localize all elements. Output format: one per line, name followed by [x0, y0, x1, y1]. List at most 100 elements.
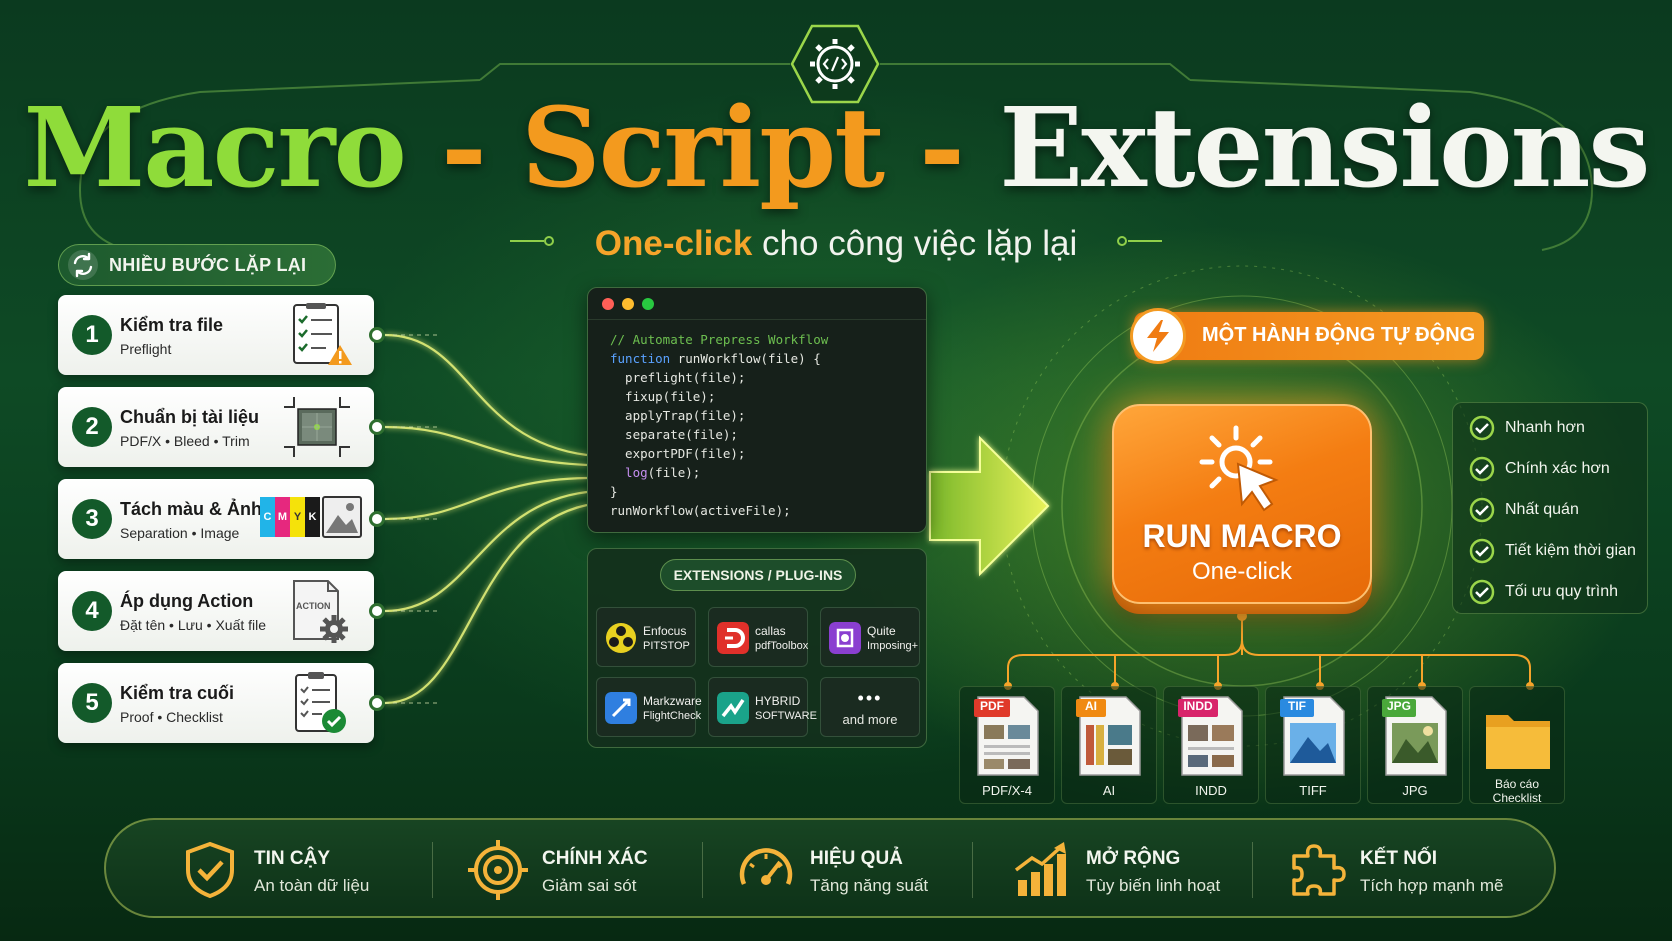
feature-title: KẾT NỐI: [1360, 848, 1438, 869]
pitstop-logo-icon: [606, 623, 636, 653]
code-keyword: function: [610, 351, 671, 366]
extension-hybrid[interactable]: HYBRID SOFTWARE: [708, 677, 817, 737]
code-text: (file);: [647, 465, 701, 480]
feature-subtitle: Tăng năng suất: [810, 876, 929, 895]
window-close-dot[interactable]: [602, 297, 614, 310]
output-label: TIFF: [1299, 783, 1327, 798]
gauge-icon: [739, 848, 793, 885]
feature-divider: [972, 842, 973, 898]
code-line: log(file);: [610, 463, 828, 482]
action-icon-label: ACTION: [296, 601, 331, 611]
code-line: preflight(file);: [610, 370, 746, 385]
lightning-icon: [1147, 320, 1169, 352]
steps-header-label: NHIỀU BƯỚC LẶP LẠI: [109, 254, 307, 275]
check-circle-icon: [1469, 579, 1495, 605]
file-tag: AI: [1085, 699, 1097, 713]
more-dots-icon: •••: [857, 688, 883, 708]
run-macro-title: RUN MACRO: [1142, 518, 1342, 554]
file-tag: JPG: [1386, 699, 1411, 713]
feature-connect: KẾT NỐI Tích hợp mạnh mẽ: [1286, 838, 1546, 902]
code-line: runWorkflow(activeFile);: [610, 503, 791, 518]
window-maximize-dot[interactable]: [642, 297, 654, 310]
step-card-2: 2 Chuẩn bị tài liệu PDF/X • Bleed • Trim: [58, 387, 374, 467]
output-label-2: Checklist: [1492, 791, 1542, 805]
step-card-4: 4 Áp dụng Action Đặt tên • Lưu • Xuất fi…: [58, 571, 374, 651]
code-content: // Automate Prepress Workflow function r…: [610, 330, 828, 520]
output-label: JPG: [1402, 783, 1428, 798]
step-connector-dot: [369, 419, 385, 435]
feature-title: TIN CẬY: [254, 848, 330, 869]
cmyk-image-icon: C M Y K: [260, 493, 364, 543]
feature-title: MỞ RỘNG: [1086, 848, 1181, 869]
run-macro-button[interactable]: RUN MACRO One-click: [1112, 404, 1372, 604]
more-text: and more: [842, 712, 898, 727]
step-card-1: 1 Kiểm tra file Preflight: [58, 295, 374, 375]
extension-name: callas: [755, 624, 786, 638]
cmyk-swatch-y: Y: [290, 497, 305, 537]
step-connector-dot: [369, 603, 385, 619]
feature-extensible: MỞ RỘNG Tùy biến linh hoạt: [1012, 838, 1272, 902]
extension-name-2: pdfToolbox: [755, 640, 809, 652]
extension-name-2: SOFTWARE: [755, 710, 817, 722]
check-circle-icon: [1469, 415, 1495, 441]
folder-icon: [1486, 715, 1550, 769]
page-title: Macro - Script - Extensions: [0, 88, 1672, 208]
steps-header: NHIỀU BƯỚC LẶP LẠI: [58, 244, 336, 286]
check-circle-icon: [1469, 538, 1495, 564]
clipboard-check-icon: [295, 672, 346, 733]
extension-quite-imposing[interactable]: Quite Imposing+: [820, 607, 920, 667]
step-connector-dot: [369, 327, 385, 343]
automation-badge-label: MỘT HÀNH ĐỘNG TỰ ĐỘNG: [1202, 324, 1476, 346]
extensions-header: EXTENSIONS / PLUG-INS: [660, 559, 856, 591]
output-files: PDF PDF/X-4 AI AI INDD INDD TIF TIFF JPG…: [959, 686, 1585, 805]
extension-flightcheck[interactable]: Markzware FlightCheck: [596, 677, 702, 737]
extension-name: HYBRID: [755, 694, 801, 708]
feature-divider: [1252, 842, 1253, 898]
target-icon: [468, 840, 528, 900]
code-text: runWorkflow(file) {: [670, 351, 821, 366]
callas-logo-icon: [717, 622, 749, 654]
feature-subtitle: Tùy biến linh hoạt: [1086, 876, 1221, 895]
benefit-text: Nhanh hơn: [1505, 419, 1585, 436]
automation-badge: MỘT HÀNH ĐỘNG TỰ ĐỘNG: [1130, 308, 1484, 364]
extension-name: Markzware: [643, 694, 702, 708]
subtitle-rest: cho công việc lặp lại: [752, 224, 1078, 263]
shield-check-icon: [186, 841, 234, 899]
crop-marks-icon: [284, 397, 350, 457]
code-line: function runWorkflow(file) {: [610, 349, 828, 368]
output-ai: AI AI: [1061, 686, 1157, 804]
extension-pitstop[interactable]: Enfocus PITSTOP: [596, 607, 696, 667]
extension-more[interactable]: ••• and more: [820, 677, 920, 737]
step-number: 1: [72, 315, 112, 355]
growth-chart-icon: [1014, 842, 1066, 896]
cmyk-swatch-c: C: [260, 497, 275, 537]
output-label: PDF/X-4: [982, 783, 1032, 798]
cursor-click-icon: [1199, 425, 1279, 512]
code-line: // Automate Prepress Workflow: [610, 332, 829, 347]
output-indd: INDD INDD: [1163, 686, 1259, 804]
feature-title: HIỆU QUẢ: [810, 848, 903, 869]
output-label: AI: [1102, 783, 1116, 798]
hybrid-logo-icon: [717, 692, 749, 724]
features-bar: TIN CẬY An toàn dữ liệu CHÍNH XÁC Giảm s…: [104, 818, 1556, 918]
puzzle-icon: [1292, 844, 1346, 896]
file-tag: PDF: [980, 699, 1004, 713]
feature-subtitle: Tích hợp mạnh mẽ: [1360, 876, 1504, 895]
output-report: Báo cáo Checklist: [1469, 686, 1565, 805]
extension-pdftoolbox[interactable]: callas pdfToolbox: [708, 607, 808, 667]
cmyk-swatch-k: K: [305, 497, 320, 537]
feature-title: CHÍNH XÁC: [542, 848, 648, 869]
subtitle-highlight: One-click: [594, 224, 753, 263]
feature-efficient: HIỆU QUẢ Tăng năng suất: [736, 838, 996, 902]
step-number: 3: [72, 499, 112, 539]
markzware-logo-icon: [605, 692, 637, 724]
benefit-text: Tiết kiệm thời gian: [1505, 542, 1636, 559]
title-macro: Macro: [23, 83, 407, 212]
refresh-icon: [68, 250, 98, 280]
benefit-text: Tối ưu quy trình: [1505, 583, 1618, 600]
output-pdf: PDF PDF/X-4: [959, 686, 1055, 804]
benefits-list: Nhanh hơn Chính xác hơn Nhất quán Tiết k…: [1452, 402, 1648, 614]
extension-name: Quite: [867, 624, 896, 638]
window-minimize-dot[interactable]: [622, 297, 634, 310]
feature-divider: [432, 842, 433, 898]
